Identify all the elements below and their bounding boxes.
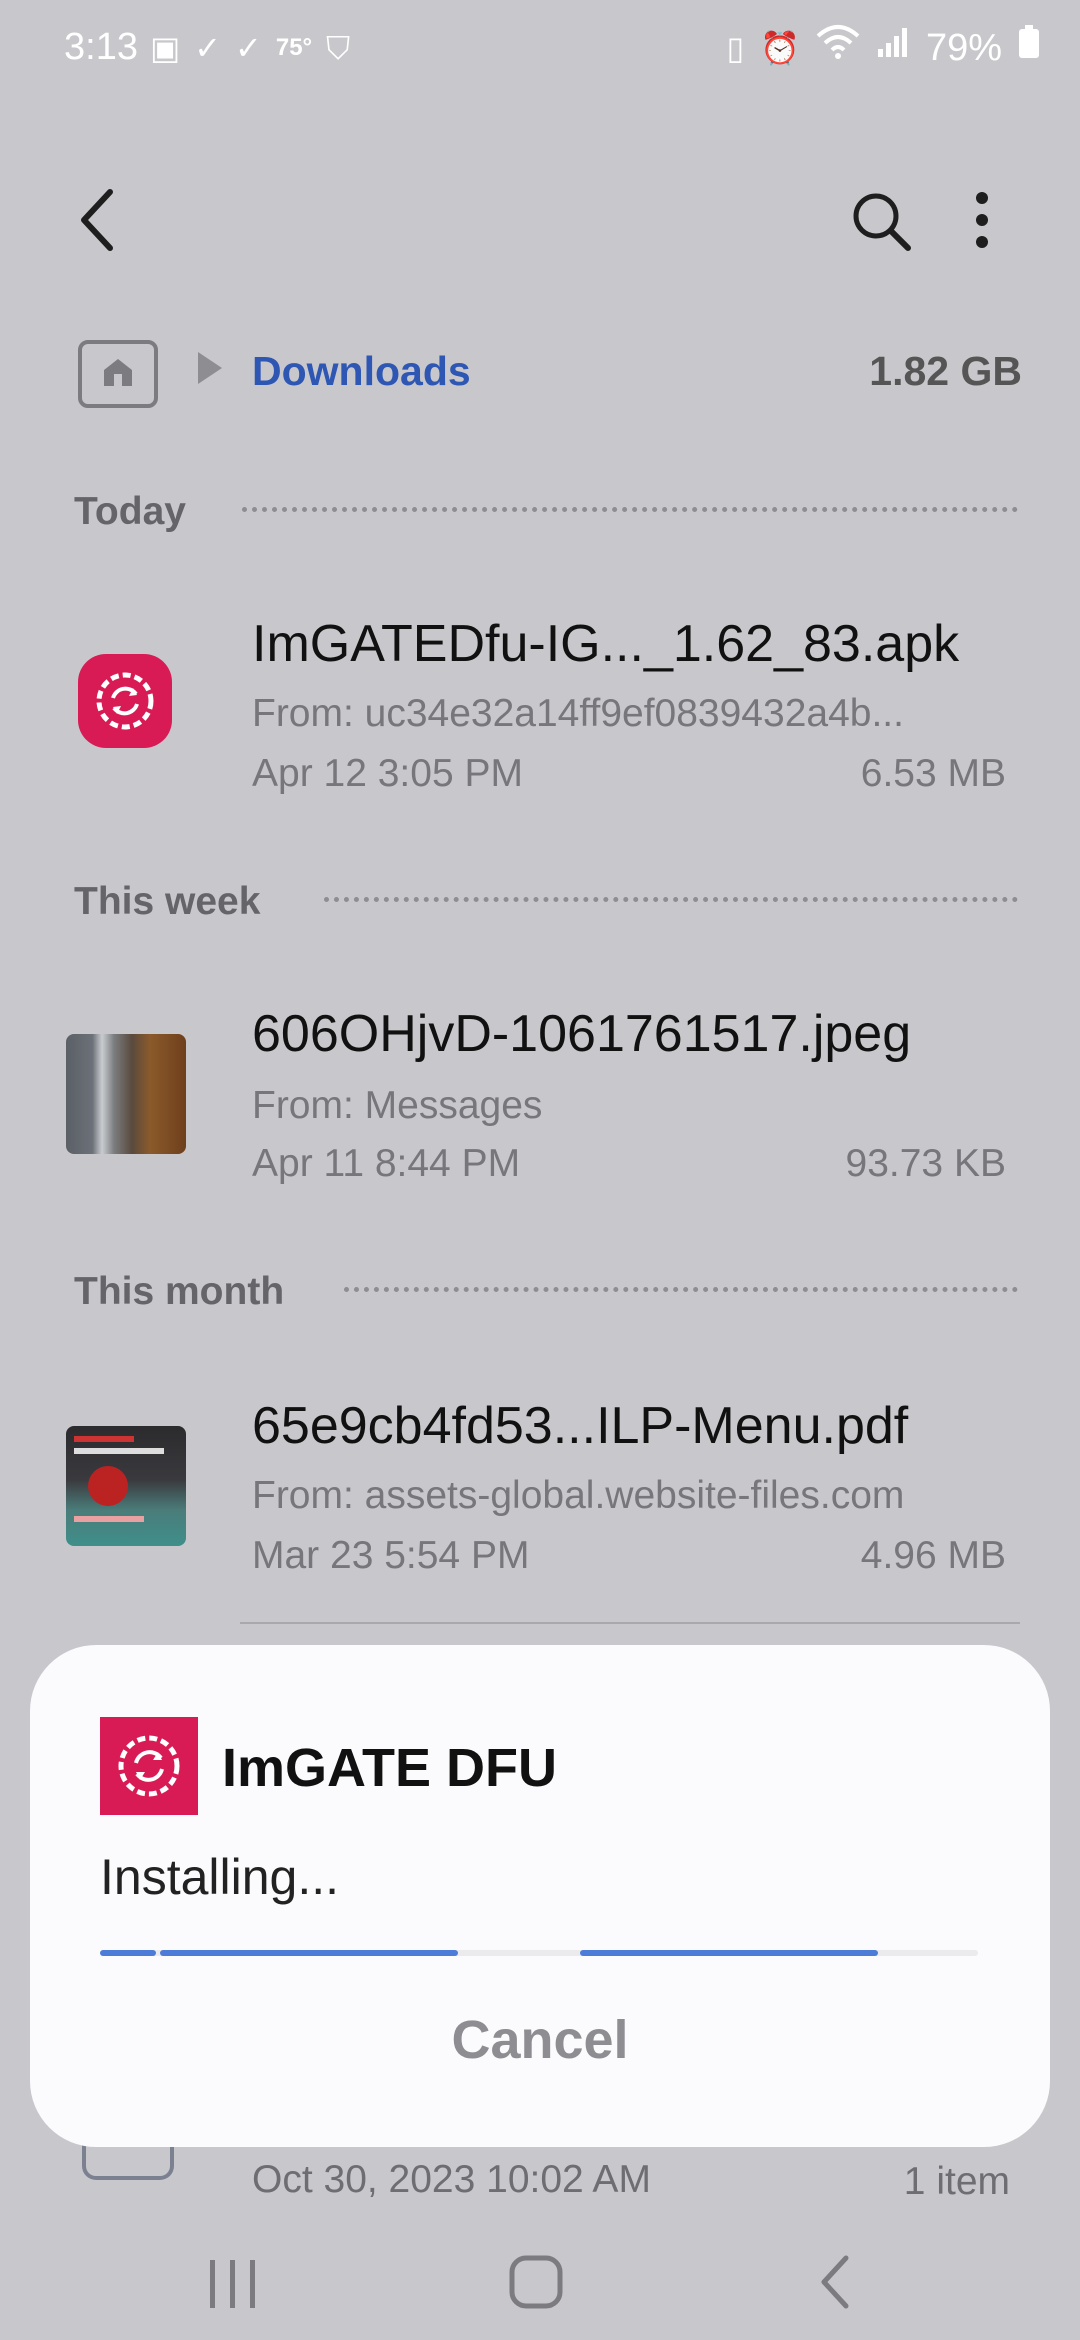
home-nav-icon <box>509 2255 563 2309</box>
breadcrumb-arrow-icon <box>198 352 222 384</box>
section-header-today: Today <box>74 490 186 533</box>
file-name: ImGATEDfu-IG..._1.62_83.apk <box>252 615 960 673</box>
more-options-button[interactable] <box>960 182 1004 262</box>
file-date: Apr 11 8:44 PM <box>252 1142 521 1185</box>
home-button[interactable] <box>500 2246 572 2318</box>
checkmark-icon: ✓ <box>194 30 222 66</box>
storage-size: 1.82 GB <box>869 348 1022 394</box>
photo-thumbnail <box>66 1034 186 1154</box>
status-notification-icons: ▣ ✓ ✓ 75° ⛉ <box>150 28 350 68</box>
signal-icon <box>876 25 910 70</box>
folder-date: Oct 30, 2023 10:02 AM <box>252 2158 651 2201</box>
gallery-icon: ▣ <box>150 30 181 66</box>
file-source: From: assets-global.website-files.com <box>252 1474 905 1517</box>
recent-apps-button[interactable] <box>200 2252 264 2316</box>
status-bar: 3:13 ▣ ✓ ✓ 75° ⛉ ▯ ⏰ 79% <box>0 0 1080 96</box>
file-name: 65e9cb4fd53...ILP-Menu.pdf <box>252 1397 909 1455</box>
search-icon <box>853 193 911 251</box>
weather-temperature: 75° <box>275 34 313 61</box>
file-date: Mar 23 5:54 PM <box>252 1534 530 1577</box>
back-button[interactable] <box>70 180 130 260</box>
navigation-bar <box>0 2200 1080 2340</box>
install-status: Installing... <box>100 1849 340 1905</box>
file-size: 6.53 MB <box>860 752 1006 795</box>
breadcrumb-current[interactable]: Downloads <box>252 348 471 395</box>
app-icon <box>100 1717 198 1815</box>
home-folder-button[interactable] <box>78 340 158 408</box>
search-button[interactable] <box>842 182 922 262</box>
progress-segment <box>580 1950 878 1956</box>
battery-percent: 79% <box>925 26 1002 69</box>
section-header-this-week: This week <box>74 880 261 923</box>
shield-icon: ⛉ <box>326 30 351 66</box>
file-date: Apr 12 3:05 PM <box>252 752 523 795</box>
status-system-icons: ▯ ⏰ 79% <box>726 24 1040 71</box>
section-divider <box>344 1287 1018 1292</box>
progress-segment <box>160 1950 458 1956</box>
battery-saver-icon: ▯ <box>726 29 745 66</box>
more-vertical-icon <box>976 192 988 248</box>
dialog-app-name: ImGATE DFU <box>222 1738 557 1798</box>
file-source: From: uc34e32a14ff9ef0839432a4b... <box>252 692 904 735</box>
file-source: From: Messages <box>252 1084 543 1127</box>
list-divider <box>240 1622 1020 1624</box>
file-name: 606OHjvD-1061761517.jpeg <box>252 1005 912 1063</box>
recent-apps-icon <box>210 2260 255 2308</box>
section-divider <box>242 507 1018 512</box>
status-time: 3:13 <box>64 26 138 68</box>
back-nav-button[interactable] <box>808 2250 868 2314</box>
gear-sync-icon <box>96 672 154 730</box>
file-size: 93.73 KB <box>845 1142 1006 1185</box>
wifi-icon <box>816 24 860 71</box>
section-divider <box>324 897 1018 902</box>
alarm-icon: ⏰ <box>760 29 800 66</box>
cancel-button[interactable]: Cancel <box>380 2000 700 2080</box>
file-size: 4.96 MB <box>860 1534 1006 1577</box>
progress-segment <box>100 1950 156 1956</box>
section-header-this-month: This month <box>74 1270 285 1313</box>
battery-icon <box>1018 25 1040 70</box>
gear-sync-icon <box>118 1735 180 1797</box>
chevron-left-icon <box>81 189 113 251</box>
pdf-thumbnail <box>66 1426 186 1546</box>
home-icon <box>104 359 132 386</box>
checkmark-icon: ✓ <box>235 30 262 66</box>
back-nav-icon <box>821 2255 849 2309</box>
apk-app-icon <box>78 654 172 748</box>
folder-item-count: 1 item <box>903 2160 1010 2203</box>
